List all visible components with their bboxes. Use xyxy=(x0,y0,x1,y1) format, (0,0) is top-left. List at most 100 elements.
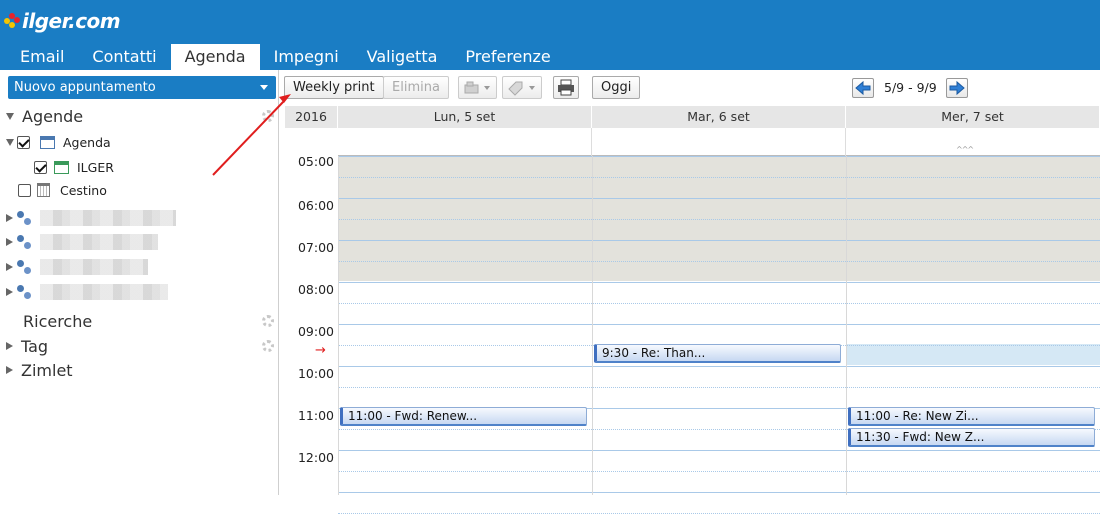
calendar-icon xyxy=(40,135,55,149)
tag-icon xyxy=(508,81,535,96)
shared-calendar-icon xyxy=(17,210,32,226)
expand-triangle-icon[interactable] xyxy=(6,263,13,271)
hour-line xyxy=(338,282,1100,283)
arrow-right-icon xyxy=(949,80,965,96)
redacted-name xyxy=(40,234,158,250)
column-divider xyxy=(591,128,592,156)
move-folder-icon xyxy=(464,81,490,94)
tab-preferenze[interactable]: Preferenze xyxy=(451,44,564,70)
column-divider xyxy=(592,156,593,495)
hour-line xyxy=(338,492,1100,493)
tab-impegni[interactable]: Impegni xyxy=(260,44,353,70)
next-week-button[interactable] xyxy=(946,78,968,98)
tab-email[interactable]: Email xyxy=(6,44,78,70)
tab-valigetta[interactable]: Valigetta xyxy=(353,44,452,70)
half-hour-line xyxy=(338,219,1100,220)
logo-mark-icon xyxy=(4,13,20,29)
shared-calendar-item[interactable] xyxy=(6,208,176,228)
calendar-event[interactable]: 9:30 - Re: Than... xyxy=(594,344,841,363)
hour-label: 11:00 xyxy=(297,408,334,423)
all-day-row[interactable]: ^^^ xyxy=(338,128,1100,156)
expand-triangle-icon[interactable] xyxy=(6,366,13,374)
calendar-event[interactable]: 11:00 - Fwd: Renew... xyxy=(340,407,587,426)
agenda-checkbox[interactable] xyxy=(17,135,30,149)
tag-label: Tag xyxy=(21,336,49,356)
app-logo[interactable]: ilger.com xyxy=(4,8,121,34)
cestino-checkbox[interactable] xyxy=(18,183,31,197)
calendar-toolbar: Weekly print Elimina Oggi 5/9 - 9/9 xyxy=(280,70,1100,106)
tab-contatti[interactable]: Contatti xyxy=(78,44,170,70)
calendar-event[interactable]: 11:30 - Fwd: New Z... xyxy=(848,428,1095,447)
day-header[interactable]: Mar, 6 set xyxy=(592,106,846,128)
year-header: 2016 xyxy=(285,106,338,128)
selected-slot[interactable] xyxy=(846,344,1100,365)
column-divider xyxy=(338,156,339,495)
print-button[interactable] xyxy=(553,76,579,99)
agende-label: Agende xyxy=(22,106,84,126)
shared-calendar-item[interactable] xyxy=(6,257,148,277)
half-hour-line xyxy=(338,177,1100,178)
agende-header[interactable]: Agende xyxy=(6,105,83,127)
calendar-event[interactable]: 11:00 - Re: New Zi... xyxy=(848,407,1095,426)
half-hour-line xyxy=(338,471,1100,472)
expand-triangle-icon[interactable] xyxy=(6,342,13,350)
calendar-item-agenda[interactable]: Agenda xyxy=(6,132,111,152)
ricerche-header[interactable]: Ricerche xyxy=(23,310,92,332)
today-button[interactable]: Oggi xyxy=(592,76,641,99)
sidebar: Nuovo appuntamento Agende Agenda ILGER C… xyxy=(0,70,279,495)
shared-calendar-icon xyxy=(17,284,32,300)
shared-calendar-icon xyxy=(17,259,32,275)
day-header[interactable]: Lun, 5 set xyxy=(338,106,592,128)
calendar-item-cestino[interactable]: Cestino xyxy=(18,180,107,200)
hour-label: 05:00 xyxy=(297,156,334,168)
ricerche-label: Ricerche xyxy=(23,311,93,331)
hour-line xyxy=(338,156,1100,157)
collapse-triangle-icon[interactable] xyxy=(6,112,14,120)
prev-week-button[interactable] xyxy=(852,78,874,98)
half-hour-line xyxy=(338,387,1100,388)
expand-triangle-icon[interactable] xyxy=(6,238,13,246)
zimlet-header[interactable]: Zimlet xyxy=(6,359,73,381)
ilger-checkbox[interactable] xyxy=(34,160,47,174)
collapse-triangle-icon[interactable] xyxy=(6,138,14,146)
hour-label: 06:00 xyxy=(297,198,334,213)
hour-line xyxy=(338,450,1100,451)
chevron-down-icon[interactable] xyxy=(260,85,268,90)
tag-button[interactable] xyxy=(502,76,542,99)
gear-icon[interactable] xyxy=(262,340,274,352)
day-header[interactable]: Mer, 7 set xyxy=(846,106,1100,128)
move-button[interactable] xyxy=(458,76,497,99)
new-appointment-button[interactable]: Nuovo appuntamento xyxy=(8,76,276,99)
redacted-name xyxy=(40,210,176,226)
shared-calendar-item[interactable] xyxy=(6,282,168,302)
tab-agenda[interactable]: Agenda xyxy=(170,44,260,70)
main-tabs: Email Contatti Agenda Impegni Valigetta … xyxy=(6,44,565,70)
weekly-print-button[interactable]: Weekly print xyxy=(284,76,384,99)
hour-label: 12:00 xyxy=(297,450,334,465)
logo-text: ilger.com xyxy=(22,9,121,33)
printer-icon xyxy=(558,79,574,96)
calendar-icon xyxy=(54,160,69,174)
expand-triangle-icon[interactable] xyxy=(6,214,13,222)
calendar-item-ilger[interactable]: ILGER xyxy=(34,157,114,177)
more-indicator: ^^^ xyxy=(956,145,974,154)
calendar-label: Agenda xyxy=(63,134,111,150)
hour-label: 08:00 xyxy=(297,282,334,297)
calendar-label: Cestino xyxy=(60,182,107,198)
tag-header[interactable]: Tag xyxy=(6,335,48,357)
gear-icon[interactable] xyxy=(262,110,274,122)
half-hour-line xyxy=(338,303,1100,304)
shared-calendar-item[interactable] xyxy=(6,232,158,252)
calendar-label: ILGER xyxy=(77,159,114,175)
delete-button[interactable]: Elimina xyxy=(383,76,449,99)
top-bar: ilger.com Email Contatti Agenda Impegni … xyxy=(0,0,1100,70)
redacted-name xyxy=(40,284,168,300)
calendar-grid: 2016 Lun, 5 set Mar, 6 set Mer, 7 set ^^… xyxy=(285,106,1100,514)
hour-line xyxy=(338,240,1100,241)
expand-triangle-icon[interactable] xyxy=(6,288,13,296)
hour-label: 07:00 xyxy=(297,240,334,255)
zimlet-label: Zimlet xyxy=(21,360,73,380)
hour-label: 10:00 xyxy=(297,366,334,381)
hour-line xyxy=(338,198,1100,199)
gear-icon[interactable] xyxy=(262,315,274,327)
